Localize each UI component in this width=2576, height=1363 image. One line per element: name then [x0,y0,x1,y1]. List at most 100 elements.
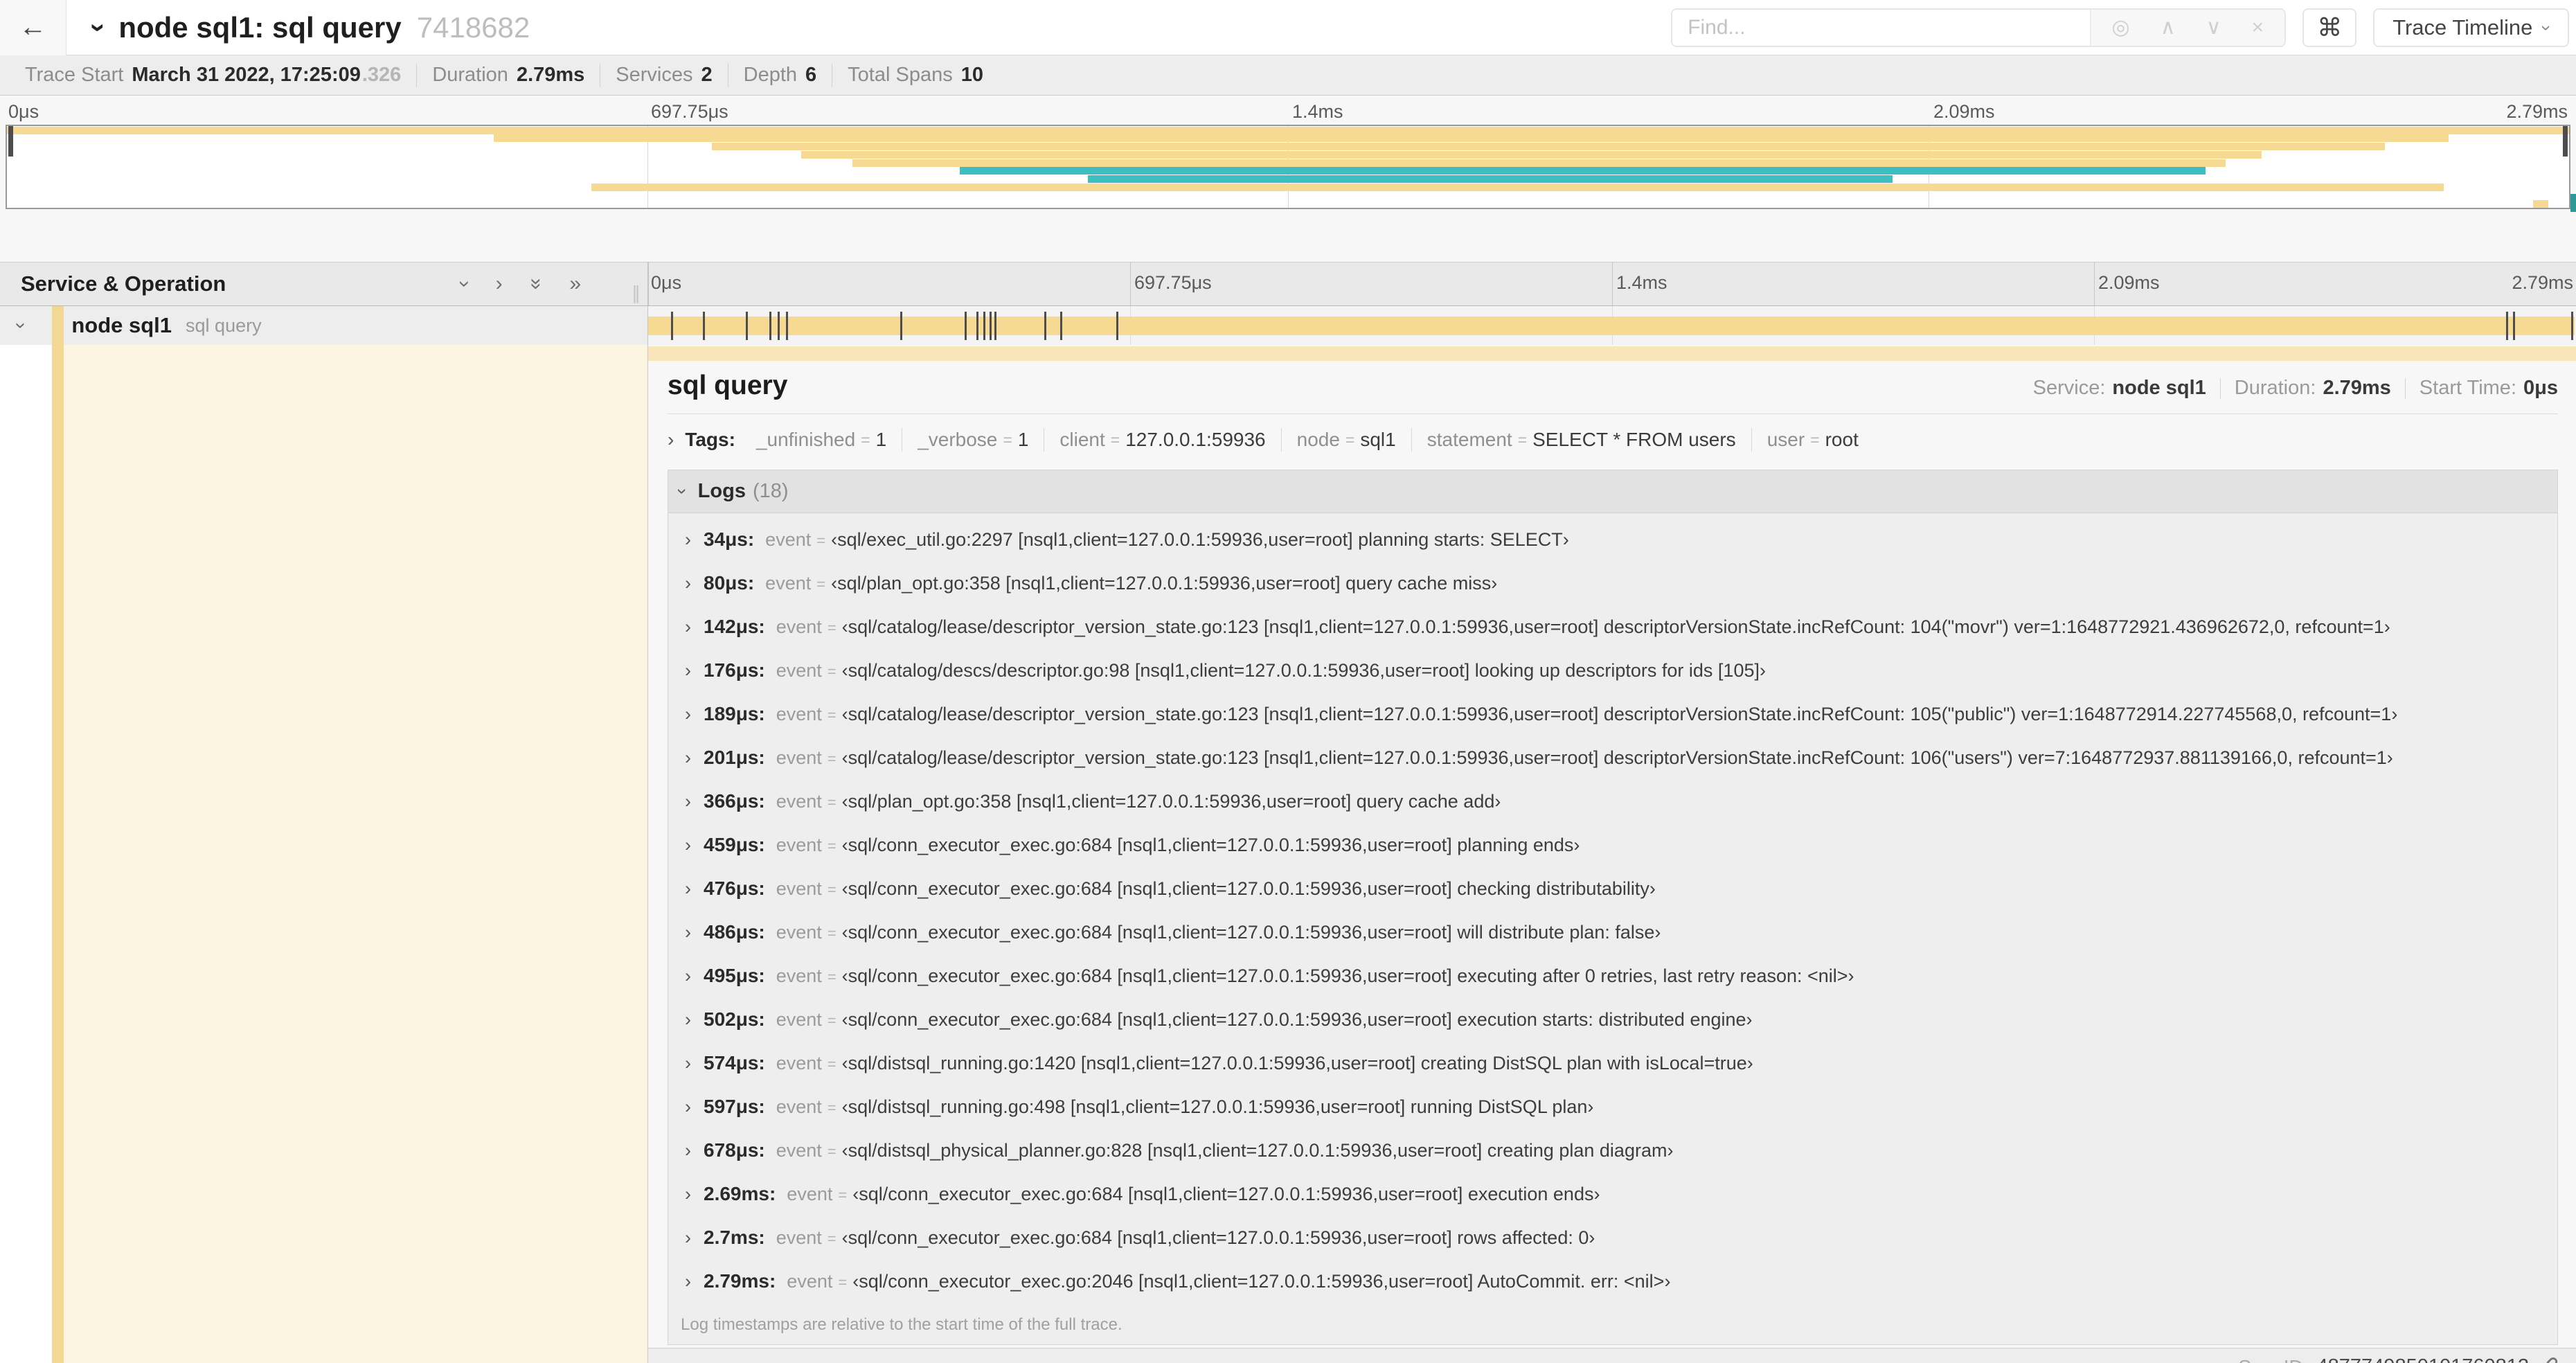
keyboard-shortcuts-button[interactable]: ⌘ [2302,8,2357,47]
services-value: 2 [701,64,713,86]
minimap-span-row [7,191,2569,199]
equals-sign: = [816,532,826,549]
chevron-right-icon: › [685,660,691,681]
log-timestamp: 502μs: [704,1008,765,1030]
link-icon[interactable] [2537,1355,2561,1363]
minimap-span-bar [852,159,2226,167]
equals-sign: = [861,430,870,449]
log-entry-row[interactable]: › 495μs: event = ‹sql/conn_executor_exec.go:… [672,959,2557,1003]
clear-find-icon[interactable]: × [2252,17,2264,38]
minimap-span-bar [494,134,2449,143]
chevron-right-icon: › [685,747,691,768]
find-box: ◎ ∧ ∨ × [1671,8,2287,47]
log-value: ‹sql/plan_opt.go:358 [nsql1,client=127.0… [841,791,1501,812]
collapse-children-chevron-icon[interactable]: › [10,322,33,328]
tags-list: _unfinished = 1 _verbose = 1 client = 127.0.0.1:… [741,428,1874,452]
log-entry-row[interactable]: › 476μs: event = ‹sql/conn_executor_exec.go:… [672,872,2557,916]
log-marker-tick[interactable] [786,312,789,340]
log-marker-tick[interactable] [976,312,978,340]
locate-icon[interactable]: ◎ [2112,17,2130,38]
log-entry-row[interactable]: › 201μs: event = ‹sql/catalog/lease/descript… [672,741,2557,785]
chevron-right-icon: › [685,835,691,855]
span-duration-bar[interactable] [648,317,2575,335]
log-marker-tick[interactable] [2571,312,2574,340]
back-button[interactable]: ← [0,0,66,55]
log-marker-tick[interactable] [1059,312,1062,340]
log-timestamp: 476μs: [704,878,765,899]
log-entry-row[interactable]: › 486μs: event = ‹sql/conn_executor_exec.go:… [672,916,2557,959]
log-entry-row[interactable]: › 2.69ms: event = ‹sql/conn_executor_exec.go… [672,1177,2557,1221]
trace-view-selector[interactable]: Trace Timeline › [2373,8,2569,47]
log-marker-tick[interactable] [983,312,985,340]
tags-toggle-row[interactable]: › Tags: _unfinished = 1 _verbose = 1 client = 12… [668,428,2558,452]
log-marker-tick[interactable] [745,312,748,340]
prev-result-icon[interactable]: ∧ [2161,17,2176,38]
log-field-name: event [776,1009,822,1030]
log-marker-tick[interactable] [2506,312,2509,340]
expand-all-icon[interactable]: » [569,274,581,294]
log-entry-row[interactable]: › 176μs: event = ‹sql/catalog/descs/descript… [672,654,2557,697]
tag-item: _unfinished = 1 [741,428,902,452]
equals-sign: = [827,1143,837,1160]
log-entry-row[interactable]: › 2.79ms: event = ‹sql/conn_executor_exec.go… [672,1265,2557,1308]
log-marker-tick[interactable] [778,312,780,340]
log-entry-row[interactable]: › 597μs: event = ‹sql/distsql_running.go:498… [672,1090,2557,1134]
log-marker-tick[interactable] [2513,312,2516,340]
minimap-left-drag-handle[interactable] [8,126,13,157]
log-marker-tick[interactable] [989,312,992,340]
log-marker-tick[interactable] [964,312,967,340]
expand-one-icon[interactable]: › [496,274,503,294]
log-field-name: event [776,835,822,855]
minimap-canvas[interactable] [6,125,2576,212]
divider [668,413,2558,414]
minimap-span-bar [960,167,2206,175]
trace-id: 7418682 [416,10,530,44]
minimap-right-drag-handle[interactable] [2563,126,2568,157]
column-resizer-grip[interactable]: ∥ [632,283,641,304]
tag-value: root [1825,429,1859,450]
tag-value: 1 [1017,429,1029,450]
total-spans-value: 10 [960,64,983,86]
log-entry-row[interactable]: › 574μs: event = ‹sql/distsql_running.go:142… [672,1046,2557,1090]
log-entry-row[interactable]: › 189μs: event = ‹sql/catalog/lease/descript… [672,697,2557,741]
log-marker-tick[interactable] [1116,312,1118,340]
log-field-name: event [765,529,812,550]
collapse-one-icon[interactable]: › [454,280,476,287]
collapse-trace-chevron-icon[interactable]: › [84,23,114,32]
log-marker-tick[interactable] [1044,312,1046,340]
span-name-cell[interactable]: › node sql1 sql query [0,306,648,345]
find-input[interactable] [1672,10,2090,46]
collapse-all-icon[interactable]: » [525,278,548,290]
tag-key: _verbose [918,429,998,450]
log-entry-row[interactable]: › 502μs: event = ‹sql/conn_executor_exec.go:… [672,1003,2557,1046]
log-entry-row[interactable]: › 459μs: event = ‹sql/conn_executor_exec.go:… [672,828,2557,872]
equals-sign: = [827,968,837,986]
span-operation-name: sql query [186,314,262,336]
log-timestamp: 176μs: [704,659,765,681]
log-marker-tick[interactable] [670,312,673,340]
minimap-span-bar [2533,199,2549,208]
log-field-name: event [787,1184,833,1204]
next-result-icon[interactable]: ∨ [2206,17,2221,38]
log-entry-row[interactable]: › 80μs: event = ‹sql/plan_opt.go:358 [nsql1,… [672,567,2557,610]
log-entry-row[interactable]: › 678μs: event = ‹sql/distsql_physical_plann… [672,1134,2557,1177]
log-entry-row[interactable]: › 2.7ms: event = ‹sql/conn_executor_exec.go:… [672,1221,2557,1265]
equals-sign: = [827,1012,837,1029]
log-marker-tick[interactable] [900,312,903,340]
minimap-tick-label: 697.75μs [651,101,728,122]
trace-title-wrap: › node sql1: sql query 7418682 [84,10,530,44]
log-entry-row[interactable]: › 34μs: event = ‹sql/exec_util.go:2297 [nsql… [672,523,2557,567]
logs-header[interactable]: › Logs (18) [668,470,2557,513]
minimap-span-row [7,159,2569,167]
log-entry-row[interactable]: › 366μs: event = ‹sql/plan_opt.go:358 [nsql1… [672,785,2557,828]
log-marker-tick[interactable] [769,312,771,340]
log-value: ‹sql/conn_executor_exec.go:684 [nsql1,cl… [841,835,1580,855]
log-marker-tick[interactable] [702,312,705,340]
trace-start-fraction: .326 [361,64,402,86]
timeline-tick-label: 1.4ms [1616,272,1667,293]
log-marker-tick[interactable] [994,312,997,340]
minimap-span-row [7,134,2569,143]
log-field-name: event [776,1053,822,1074]
log-entry-row[interactable]: › 142μs: event = ‹sql/catalog/lease/descript… [672,610,2557,654]
log-timestamp: 574μs: [704,1052,765,1074]
